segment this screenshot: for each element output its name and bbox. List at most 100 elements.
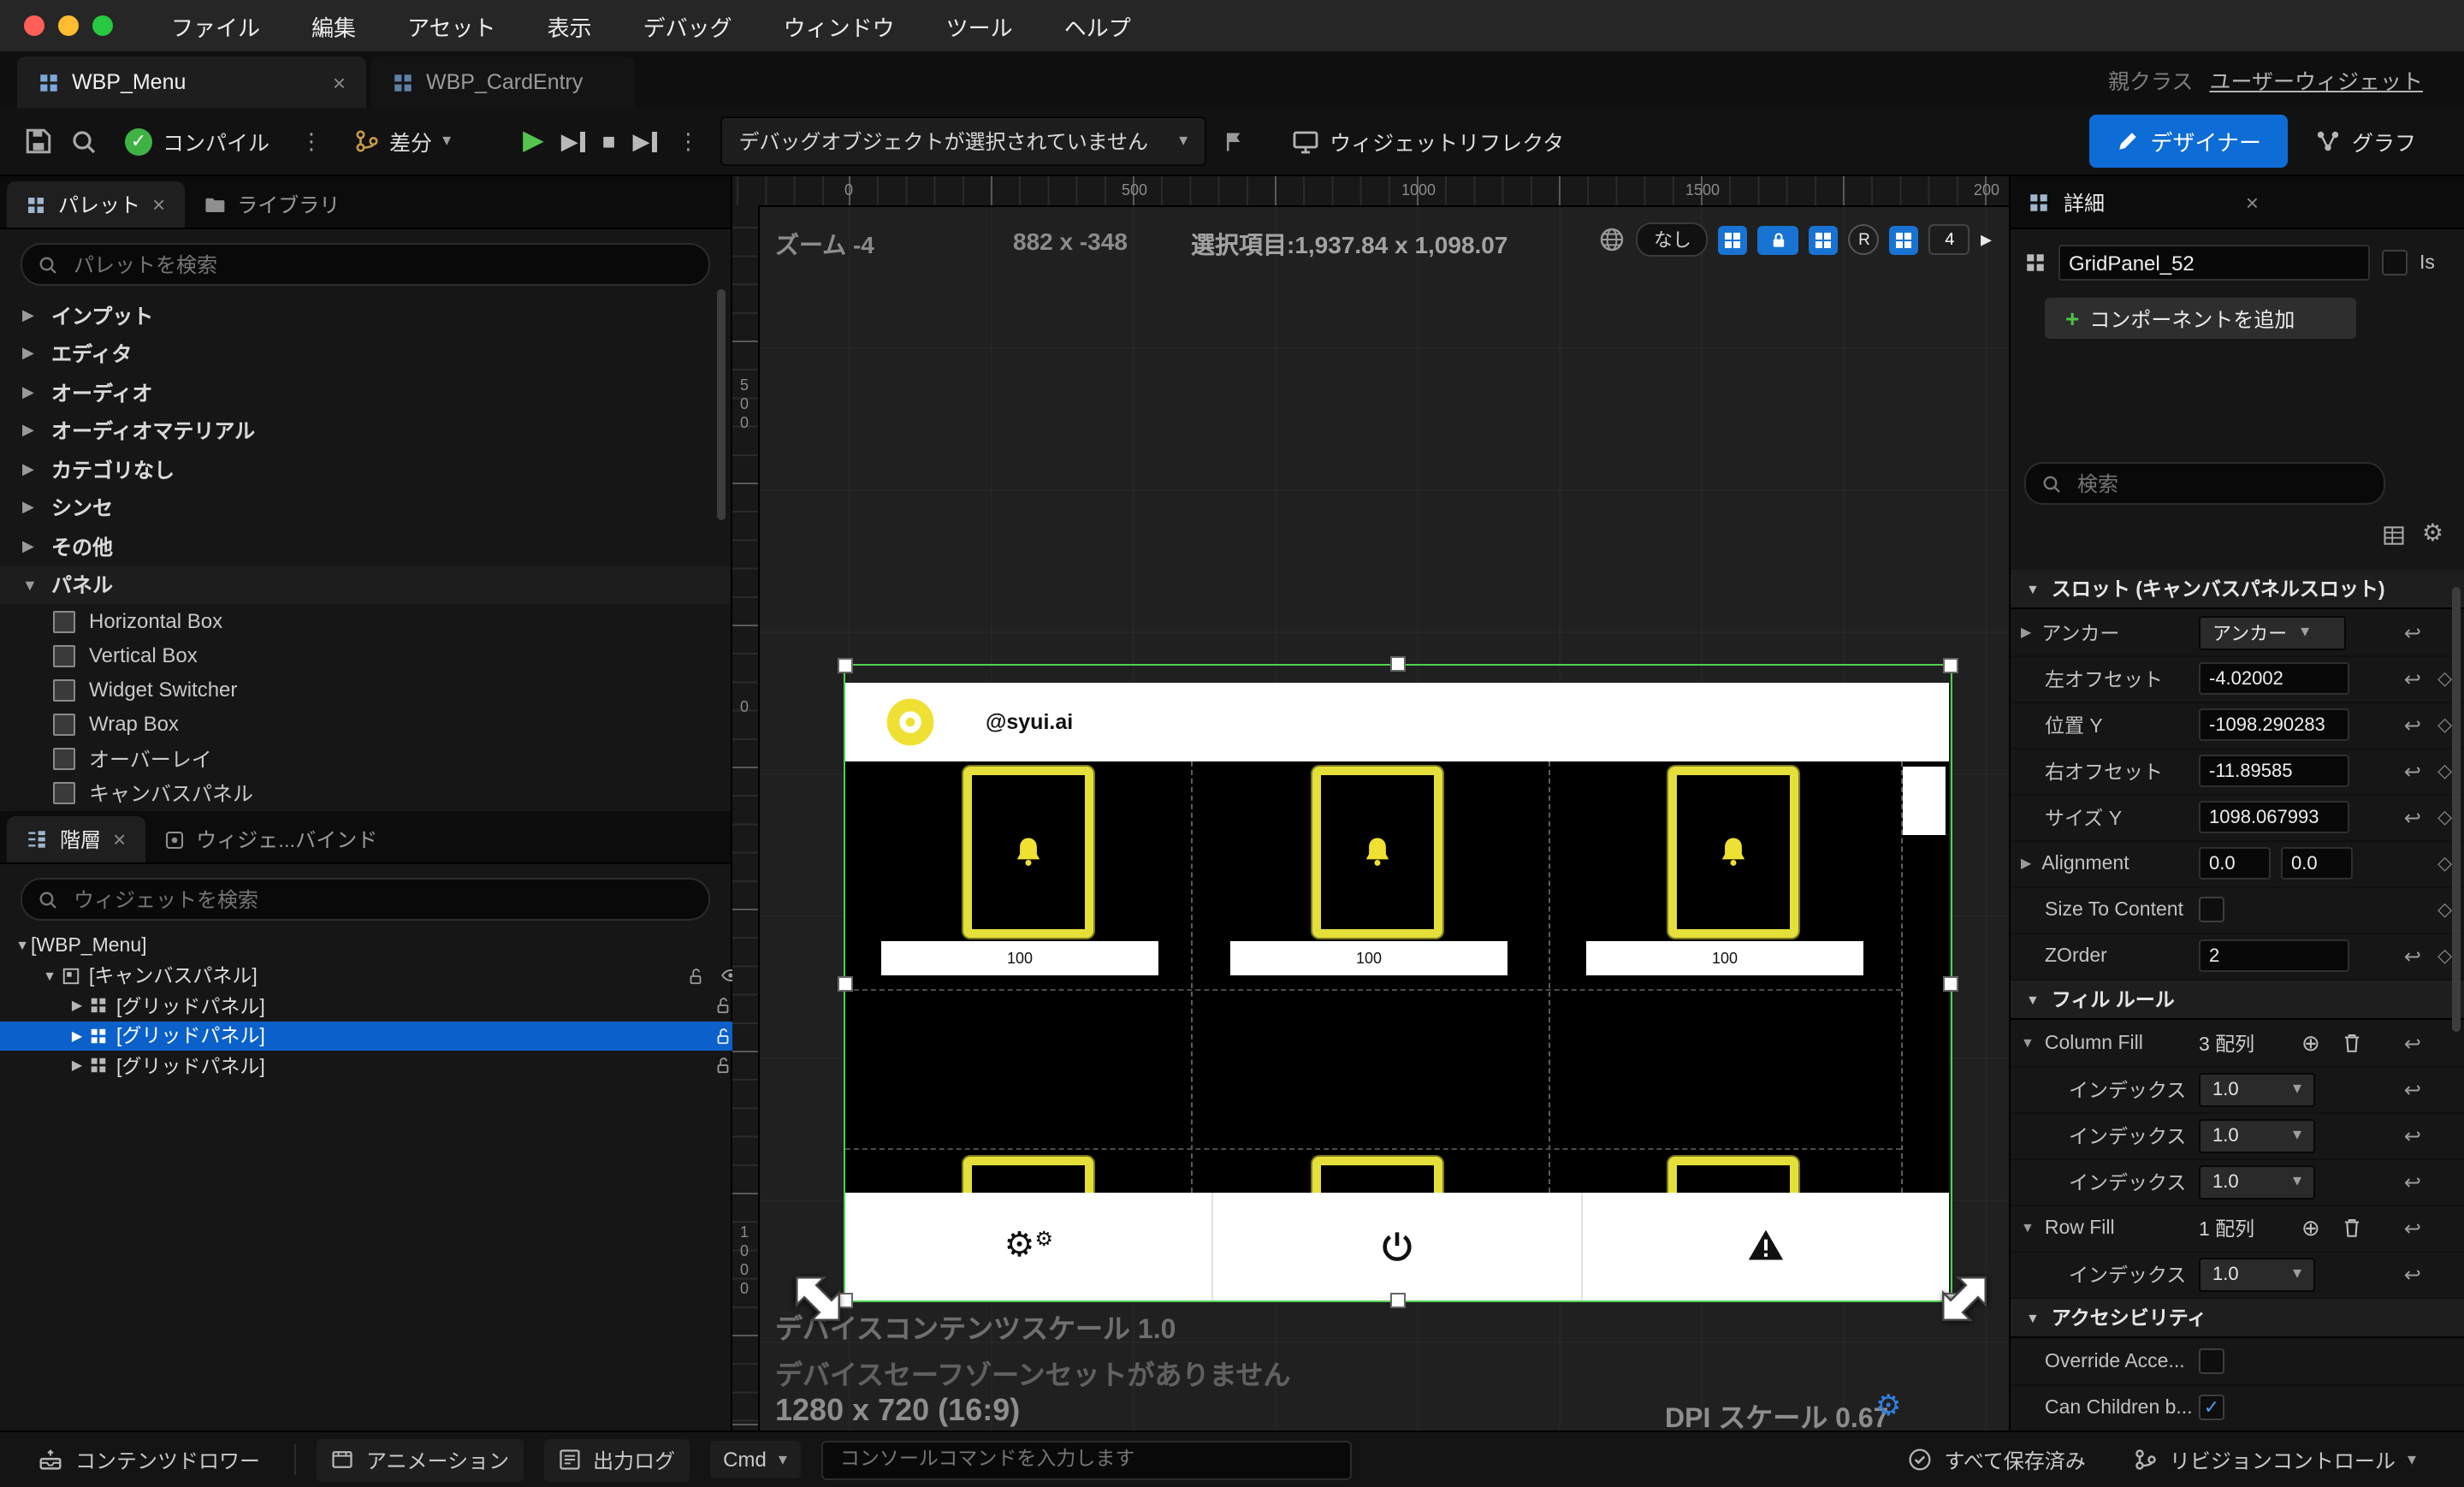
palette-search-input[interactable] xyxy=(70,251,693,278)
reset-icon[interactable]: ↩ xyxy=(2404,944,2421,968)
play-options-icon[interactable]: ⋮ xyxy=(673,127,702,155)
menu-view[interactable]: 表示 xyxy=(548,9,592,42)
is-variable-checkbox[interactable] xyxy=(2382,250,2408,275)
add-component-button[interactable]: + コンポーネントを追加 xyxy=(2045,298,2356,339)
graph-mode-button[interactable]: グラフ xyxy=(2306,118,2426,164)
palette-item-overlay[interactable]: オーバーレイ xyxy=(0,741,731,775)
can-children-checkbox-checked[interactable]: ✓ xyxy=(2199,1395,2224,1420)
settings-cell[interactable]: ⚙⚙ xyxy=(845,1193,1214,1300)
revision-control-button[interactable]: リビジョンコントロール ▾ xyxy=(2120,1438,2430,1481)
index-dropdown[interactable]: 1.0▾ xyxy=(2199,1072,2315,1106)
close-icon[interactable]: × xyxy=(113,826,126,852)
unlock-icon[interactable] xyxy=(714,1026,732,1046)
palette-category-audio[interactable]: ▶オーディオ xyxy=(0,373,731,412)
close-icon[interactable]: × xyxy=(152,192,165,217)
traffic-light-minimize[interactable] xyxy=(58,15,79,36)
hierarchy-row-canvas-panel[interactable]: ▼ [キャンバスパネル] xyxy=(0,961,761,991)
traffic-light-close[interactable] xyxy=(24,15,44,36)
grid-size-value[interactable]: 4 xyxy=(1929,224,1970,255)
menu-help[interactable]: ヘルプ xyxy=(1064,9,1131,42)
details-search-input[interactable] xyxy=(2074,470,2368,497)
content-drawer-button[interactable]: コンテンツドロワー xyxy=(24,1438,274,1481)
palette-item-widget-switcher[interactable]: Widget Switcher xyxy=(0,672,731,707)
traffic-light-zoom[interactable] xyxy=(92,15,113,36)
alignment-y-field[interactable] xyxy=(2281,847,2353,880)
size-to-content-checkbox[interactable] xyxy=(2199,897,2224,922)
resize-handle[interactable] xyxy=(838,658,853,673)
resize-handle[interactable] xyxy=(1943,658,1958,673)
console-input-box[interactable] xyxy=(821,1440,1352,1479)
hierarchy-search-input[interactable] xyxy=(70,886,693,913)
snap-grid-icon[interactable] xyxy=(1810,225,1839,254)
play-button[interactable]: ▶ xyxy=(523,127,544,155)
unlock-icon[interactable] xyxy=(714,1056,732,1076)
tab-wbp-menu[interactable]: WBP_Menu × xyxy=(17,56,366,108)
details-search[interactable] xyxy=(2024,462,2385,505)
palette-item-canvas-panel[interactable]: キャンバスパネル xyxy=(0,775,731,809)
dpi-settings-gear-icon[interactable]: ⚙ xyxy=(1875,1389,1902,1424)
output-log-button[interactable]: 出力ログ xyxy=(543,1438,689,1481)
trash-icon[interactable] xyxy=(2341,1217,2363,1239)
tab-wbp-cardentry[interactable]: WBP_CardEntry xyxy=(371,56,635,108)
menu-window[interactable]: ウィンドウ xyxy=(784,9,895,42)
menu-tools[interactable]: ツール xyxy=(946,9,1013,42)
reset-icon[interactable]: ↩ xyxy=(2404,759,2421,783)
tab-palette[interactable]: パレット × xyxy=(7,181,184,228)
reset-icon[interactable]: ↩ xyxy=(2404,666,2421,690)
widget-header-bar[interactable]: @syui.ai xyxy=(845,683,1949,761)
reset-icon[interactable]: ↩ xyxy=(2404,1123,2421,1147)
card-grid-area[interactable]: 100 100 100 xyxy=(845,761,1949,1193)
tab-hierarchy[interactable]: 階層 × xyxy=(7,816,145,862)
zorder-field[interactable] xyxy=(2199,939,2349,972)
warning-cell[interactable] xyxy=(1582,1193,1949,1300)
palette-category-audiomaterial[interactable]: ▶オーディオマテリアル xyxy=(0,412,731,450)
offset-right-field[interactable] xyxy=(2199,755,2349,787)
designer-mode-button[interactable]: デザイナー xyxy=(2088,115,2289,168)
settings-gear-icon[interactable]: ⚙ xyxy=(2422,518,2443,548)
palette-category-uncategorized[interactable]: ▶カテゴリなし xyxy=(0,450,731,489)
palette-category-other[interactable]: ▶その他 xyxy=(0,527,731,566)
reset-icon[interactable]: ↩ xyxy=(2404,1262,2421,1286)
card-widget[interactable] xyxy=(1312,767,1442,938)
bind-diamond-icon[interactable]: ◇ xyxy=(2437,945,2452,967)
bookmark-icon[interactable] xyxy=(1223,129,1247,153)
menu-file[interactable]: ファイル xyxy=(171,9,260,42)
index-dropdown[interactable]: 1.0▾ xyxy=(2199,1164,2315,1199)
reset-icon[interactable]: ↩ xyxy=(2404,1170,2421,1194)
animation-button[interactable]: アニメーション xyxy=(317,1438,523,1481)
hierarchy-row-wbp-menu[interactable]: ▼ [WBP_Menu] xyxy=(0,931,734,961)
bind-diamond-icon[interactable]: ◇ xyxy=(2437,898,2452,921)
palette-category-synth[interactable]: ▶シンセ xyxy=(0,489,731,527)
property-matrix-icon[interactable] xyxy=(2382,524,2406,548)
widget-reflector-button[interactable]: ウィジェットリフレクタ xyxy=(1282,118,1574,164)
override-accessible-checkbox[interactable] xyxy=(2199,1348,2224,1374)
localization-preview-pill[interactable]: なし xyxy=(1637,222,1709,257)
palette-category-input[interactable]: ▶インプット xyxy=(0,296,731,335)
resolution-badge[interactable]: R xyxy=(1849,224,1880,255)
size-y-field[interactable] xyxy=(2199,801,2349,833)
step-forward-button[interactable]: ▶ xyxy=(632,130,656,152)
widget-bottom-bar[interactable]: ⚙⚙ xyxy=(845,1193,1949,1300)
section-accessibility[interactable]: ▼アクセシビリティ xyxy=(2011,1299,2464,1338)
designer-viewport[interactable]: 0 500 1000 1500 200 500 0 1000 ズーム -4 88… xyxy=(732,176,2009,1431)
palette-category-panel[interactable]: ▼パネル xyxy=(0,566,731,604)
reset-icon[interactable]: ↩ xyxy=(2404,620,2421,644)
palette-item-wrap-box[interactable]: Wrap Box xyxy=(0,707,731,741)
bind-diamond-icon[interactable]: ◇ xyxy=(2437,667,2452,690)
reset-icon[interactable]: ↩ xyxy=(2404,1216,2421,1240)
offset-left-field[interactable] xyxy=(2199,662,2349,695)
resize-handle[interactable] xyxy=(838,976,853,992)
resize-handle[interactable] xyxy=(1390,1293,1406,1308)
globe-icon[interactable] xyxy=(1599,226,1626,253)
unlock-icon[interactable] xyxy=(686,966,705,986)
bind-diamond-icon[interactable]: ◇ xyxy=(2437,806,2452,828)
compile-button[interactable]: ✓ コンパイル xyxy=(115,118,280,164)
menu-edit[interactable]: 編集 xyxy=(311,9,356,42)
palette-item-horizontal-box[interactable]: Horizontal Box xyxy=(0,604,731,638)
frame-skip-button[interactable]: ▶ xyxy=(561,130,585,152)
grid-snap-icon[interactable] xyxy=(1719,225,1748,254)
details-scrollbar[interactable] xyxy=(2452,587,2461,1032)
close-icon[interactable]: × xyxy=(333,69,346,95)
tab-widget-bind[interactable]: ウィジェ...バインド xyxy=(145,816,396,862)
reset-icon[interactable]: ↩ xyxy=(2404,805,2421,829)
